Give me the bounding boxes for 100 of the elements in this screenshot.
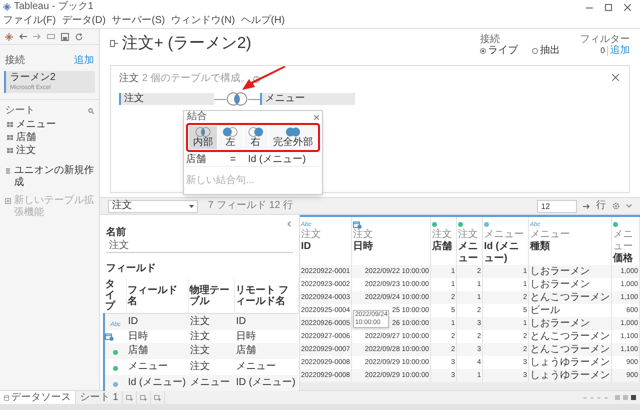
close-icon[interactable]: [612, 74, 619, 81]
column-header[interactable]: 種類: [530, 241, 610, 253]
column-header[interactable]: 日時: [353, 241, 430, 253]
join-icon[interactable]: [226, 92, 248, 106]
table-cell: ID (メニュー): [234, 375, 298, 391]
venn-icon: [222, 127, 238, 137]
radio-button[interactable]: [480, 48, 486, 54]
column-header[interactable]: 価格: [612, 253, 638, 265]
section-heading: シート: [5, 104, 35, 118]
connection-name: ラーメン2: [10, 72, 57, 84]
window-title: Tableau - ブック1: [14, 2, 94, 12]
name-label: 名前: [105, 227, 127, 239]
table-cell: メニュー: [126, 359, 188, 375]
table-icon: [7, 135, 13, 140]
table-cell: 注文: [188, 330, 234, 343]
join-clause-field[interactable]: 新しい結合句...: [186, 174, 286, 187]
filter-count: 0: [600, 47, 605, 55]
column-source: 注文: [301, 229, 322, 241]
sheet-item[interactable]: 注文: [16, 146, 36, 156]
close-icon[interactable]: [624, 4, 631, 10]
column-source: メニュー: [484, 229, 526, 241]
table-icon: [7, 148, 13, 153]
gear-icon[interactable]: [612, 202, 620, 210]
close-icon[interactable]: [314, 114, 319, 120]
condition-field[interactable]: 店舗: [186, 155, 230, 165]
menu-item[interactable]: ファイル(F): [3, 16, 56, 26]
popover-title: 結合: [187, 112, 207, 122]
join-type-button[interactable]: 内部: [189, 126, 218, 149]
sidebar-action[interactable]: ユニオンの新規作成: [14, 165, 94, 189]
table-cell: 店舗: [234, 343, 298, 359]
filters-label: フィルター: [580, 34, 630, 45]
join-type-button[interactable]: 完全外部: [268, 126, 317, 149]
save-icon[interactable]: [61, 32, 69, 40]
new-story-icon[interactable]: [154, 394, 162, 400]
table-cell: ID: [234, 314, 298, 330]
calendar-icon: [353, 220, 362, 228]
back-icon[interactable]: [19, 33, 27, 40]
canvas-table-name: 注文: [119, 74, 139, 84]
app-icon: [3, 3, 11, 11]
condition-field[interactable]: Id (メニュー): [248, 155, 320, 165]
table-dropdown[interactable]: 注文: [108, 200, 198, 212]
page-title: 注文+ (ラーメン2): [122, 34, 252, 54]
radio-button[interactable]: [532, 48, 538, 54]
join-type-button[interactable]: 右: [244, 126, 268, 149]
table-cell: 注文: [188, 359, 234, 375]
table-pill[interactable]: メニュー: [260, 93, 355, 105]
menu-item[interactable]: データ(D): [62, 16, 106, 26]
row-count-field[interactable]: 12: [537, 200, 577, 212]
table-cell: しょうゆラーメン: [528, 369, 612, 382]
table-cell: 日時: [126, 330, 188, 343]
arrow-right-icon[interactable]: [583, 204, 590, 208]
sheet-item[interactable]: 店舗: [16, 132, 36, 142]
union-icon: [5, 168, 11, 174]
pointer-arrow: [241, 66, 287, 91]
venn-icon: [195, 127, 212, 137]
maximize-icon[interactable]: [605, 4, 612, 10]
forward-icon[interactable]: [33, 33, 41, 40]
column-header[interactable]: 店舗: [432, 241, 456, 253]
menu-item[interactable]: サーバー(S): [112, 16, 166, 26]
radio-label: 抽出: [540, 46, 560, 56]
menu-item[interactable]: ウィンドウ(N): [171, 16, 235, 26]
radio-label: ライブ: [488, 46, 518, 56]
add-filter-link[interactable]: 追加: [607, 46, 630, 56]
caret-icon: [189, 204, 194, 208]
column-source: 注文: [353, 229, 374, 240]
column-source: 注文: [432, 229, 454, 240]
table-cell: Id (メニュー): [126, 375, 188, 391]
refresh-icon[interactable]: [75, 32, 83, 40]
column-header[interactable]: Id (メニュー): [484, 241, 527, 265]
connection-label: 接続: [480, 34, 501, 45]
column-header[interactable]: ID: [301, 241, 350, 253]
sheet-tab[interactable]: データソース: [0, 391, 76, 404]
table-cell: メニュー: [234, 359, 298, 375]
column-header[interactable]: メニュー: [458, 241, 482, 265]
search-icon[interactable]: [88, 108, 94, 114]
table-icon: [7, 122, 13, 127]
table-cell: 注文: [188, 314, 234, 330]
chevron-down-icon[interactable]: [626, 204, 632, 208]
name-field[interactable]: 注文: [106, 239, 293, 253]
rows-label: 行: [596, 201, 606, 211]
menu-item[interactable]: ヘルプ(H): [240, 16, 285, 26]
chevron-left-icon[interactable]: [287, 221, 291, 227]
extension-icon: [5, 198, 11, 204]
condition-operator[interactable]: =: [230, 155, 248, 165]
table-pill[interactable]: 注文: [119, 93, 214, 105]
table-cell: 日時: [234, 330, 298, 343]
column-source: 注文: [458, 229, 480, 241]
new-sheet-icon[interactable]: [126, 394, 134, 400]
table-cell: 注文: [188, 343, 234, 359]
venn-icon: [284, 127, 301, 137]
column-source: メニュー: [612, 229, 634, 252]
section-heading: 接続: [5, 54, 25, 68]
new-dashboard-icon[interactable]: [140, 394, 148, 400]
canvas-summary: 2 個のテーブルで構成。: [142, 74, 250, 84]
sheet-item[interactable]: メニュー: [16, 120, 56, 130]
column-source: メニュー: [530, 229, 571, 240]
table-cell: 店舗: [126, 343, 188, 359]
join-type-button[interactable]: 左: [218, 126, 242, 149]
venn-icon: [248, 127, 264, 137]
logo-icon[interactable]: [5, 32, 13, 40]
